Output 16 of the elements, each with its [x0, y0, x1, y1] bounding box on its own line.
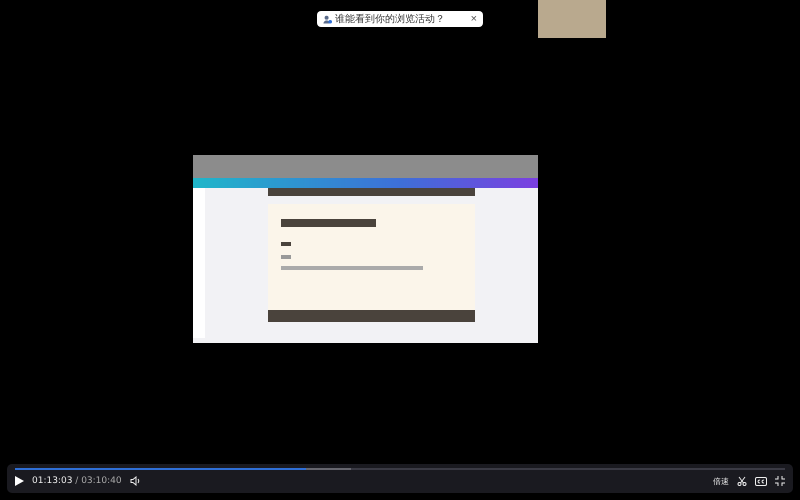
person-icon — [323, 14, 332, 24]
captions-button[interactable] — [755, 476, 767, 486]
play-icon — [15, 476, 24, 486]
exit-fullscreen-button[interactable] — [775, 476, 785, 486]
captions-icon — [755, 476, 767, 486]
scissors-icon — [737, 476, 747, 486]
volume-icon — [130, 476, 141, 486]
time-display: 01:13:03 / 03:10:40 — [32, 476, 122, 486]
volume-button[interactable] — [130, 476, 141, 486]
webcam-video-placeholder — [538, 0, 606, 38]
play-button[interactable] — [15, 476, 24, 486]
notice-text: 谁能看到你的浏览活动？ — [335, 12, 446, 26]
speed-button[interactable]: 倍速 — [713, 476, 729, 486]
exit-fullscreen-icon — [775, 476, 785, 486]
close-button[interactable]: × — [470, 14, 477, 24]
clip-button[interactable] — [737, 476, 747, 486]
